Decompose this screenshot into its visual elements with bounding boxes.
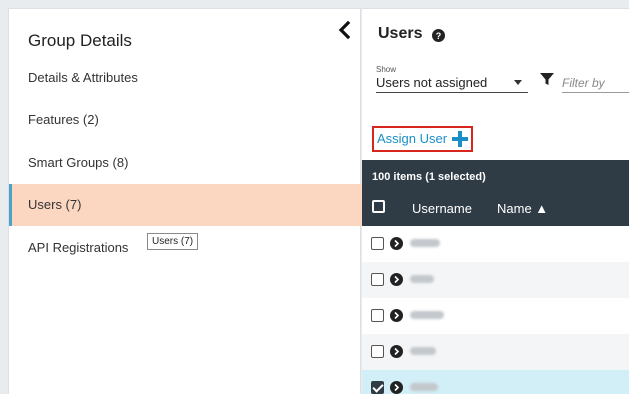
redacted-username: [410, 311, 444, 319]
sidebar-item-label: API Registrations: [28, 240, 129, 255]
sidebar-title: Group Details: [28, 31, 132, 50]
redacted-username: [410, 239, 440, 247]
sidebar-item-label: Users (7): [28, 197, 82, 212]
tooltip: Users (7): [147, 233, 199, 250]
caret-down-icon: [514, 80, 522, 85]
sidebar-item-smart-groups[interactable]: Smart Groups (8): [9, 142, 362, 184]
show-select[interactable]: Users not assigned: [376, 73, 528, 93]
group-details-sidebar: Group Details Details & Attributes Featu…: [8, 8, 362, 394]
row-checkbox[interactable]: [371, 273, 384, 286]
assign-user-label: Assign User: [377, 131, 448, 146]
expand-icon[interactable]: [390, 237, 403, 250]
column-name[interactable]: Name ▲: [497, 201, 548, 216]
sidebar-item-features[interactable]: Features (2): [9, 99, 362, 141]
row-checkbox[interactable]: [371, 309, 384, 322]
sidebar-item-label: Details & Attributes: [28, 70, 138, 85]
expand-icon[interactable]: [390, 309, 403, 322]
sidebar-item-details-attributes[interactable]: Details & Attributes: [9, 57, 362, 99]
sidebar-item-users[interactable]: Users (7): [9, 184, 362, 226]
row-checkbox[interactable]: [371, 345, 384, 358]
row-checkbox[interactable]: [371, 237, 384, 250]
row-checkbox[interactable]: [371, 381, 384, 394]
page: Group Details Details & Attributes Featu…: [0, 0, 629, 394]
table-header: 100 items (1 selected) Username Name ▲: [362, 160, 629, 226]
show-select-value: Users not assigned: [376, 75, 488, 90]
users-panel: Users ? Show Users not assigned Assign U…: [362, 8, 629, 394]
table-row[interactable]: [362, 226, 629, 262]
expand-icon[interactable]: [390, 273, 403, 286]
redacted-username: [410, 383, 438, 391]
select-all-checkbox[interactable]: [372, 200, 385, 213]
filter-icon[interactable]: [540, 72, 554, 86]
item-count: 100 items (1 selected): [372, 171, 486, 183]
help-icon[interactable]: ?: [432, 29, 445, 42]
table-row[interactable]: [362, 370, 629, 394]
redacted-username: [410, 275, 434, 283]
expand-icon[interactable]: [390, 381, 403, 394]
sidebar-item-label: Smart Groups (8): [28, 155, 129, 170]
plus-icon: [452, 131, 469, 147]
sidebar-item-label: Features (2): [28, 112, 99, 127]
table-row[interactable]: [362, 262, 629, 298]
expand-icon[interactable]: [390, 345, 403, 358]
svg-text:?: ?: [436, 31, 442, 41]
filter-input[interactable]: [562, 73, 629, 93]
page-title: Users: [378, 25, 423, 42]
redacted-username: [410, 347, 436, 355]
table-row[interactable]: [362, 298, 629, 334]
assign-user-button[interactable]: Assign User: [372, 126, 474, 152]
table-row[interactable]: [362, 334, 629, 370]
chevron-left-icon[interactable]: [335, 20, 355, 40]
column-username[interactable]: Username: [412, 201, 472, 216]
